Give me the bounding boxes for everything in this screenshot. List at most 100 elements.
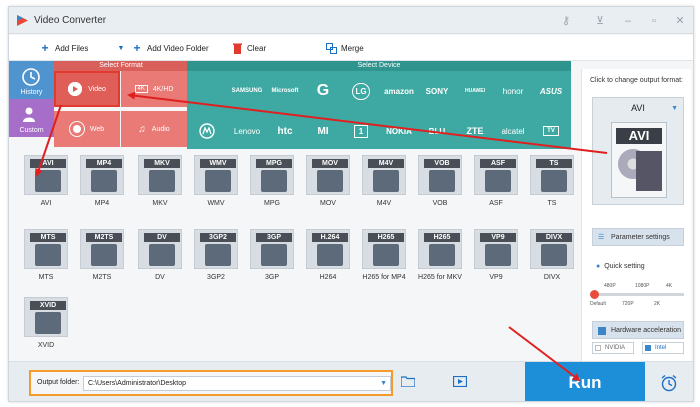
- device-tv[interactable]: TV: [531, 113, 571, 149]
- device-htc[interactable]: htc: [265, 113, 305, 149]
- merge-label: Merge: [341, 43, 364, 53]
- hardware-acceleration-button[interactable]: Hardware acceleration: [592, 321, 684, 339]
- plus-icon: +: [133, 41, 141, 55]
- 4k-hd-category[interactable]: 4K 4K/HD: [121, 71, 187, 107]
- alarm-clock-icon[interactable]: [660, 374, 678, 392]
- minimize-icon[interactable]: –: [621, 14, 635, 28]
- device-lenovo[interactable]: Lenovo: [227, 113, 267, 149]
- device-label: HUAWEI: [465, 88, 485, 94]
- cart-icon[interactable]: ⊻: [593, 14, 607, 28]
- device-microsoft[interactable]: Microsoft: [265, 73, 305, 109]
- slider-knob[interactable]: [590, 290, 599, 299]
- format-caption: XVID: [37, 342, 55, 349]
- format-tile-h265-for-mkv[interactable]: H265 H265 for MKV: [415, 227, 465, 288]
- device-label: Lenovo: [233, 126, 261, 136]
- add-files-button[interactable]: + Add Files: [39, 41, 88, 55]
- device-label: 1: [353, 124, 369, 138]
- format-tile-dv[interactable]: DV DV: [135, 227, 185, 288]
- add-video-folder-button[interactable]: ▼ + Add Video Folder: [115, 41, 209, 55]
- format-tile-wmv[interactable]: WMV WMV: [191, 153, 241, 214]
- history-button[interactable]: History: [9, 61, 54, 99]
- format-grid: AVI AVI MP4 MP4 MKV MKV WMV WMV MPG MPG MOV MOV M4V M…: [17, 153, 577, 363]
- format-tile-mpg[interactable]: MPG MPG: [247, 153, 297, 214]
- device-honor[interactable]: honor: [493, 73, 533, 109]
- device-blu[interactable]: BLU: [417, 113, 457, 149]
- folder-icon[interactable]: [401, 376, 415, 387]
- format-tile-vob[interactable]: VOB VOB: [415, 153, 465, 214]
- select-device-label: Select Device: [357, 62, 401, 69]
- device-xiaomi[interactable]: MI: [303, 113, 343, 149]
- format-badge: M2TS: [86, 233, 122, 242]
- format-tile-ts[interactable]: TS TS: [527, 153, 577, 214]
- format-tile-mp4[interactable]: MP4 MP4: [77, 153, 127, 214]
- format-badge: DV: [144, 233, 180, 242]
- format-tile-3gp2[interactable]: 3GP2 3GP2: [191, 227, 241, 288]
- toolbar: + Add Files ▼ + Add Video Folder Clear M…: [9, 35, 693, 61]
- quality-slider[interactable]: [590, 290, 684, 299]
- format-tile-mov[interactable]: MOV MOV: [303, 153, 353, 214]
- format-thumbnail: DV: [138, 229, 182, 269]
- format-tile-m4v[interactable]: M4V M4V: [359, 153, 409, 214]
- format-icon: [373, 170, 399, 192]
- format-icon: [35, 312, 61, 334]
- chevron-down-icon[interactable]: ▼: [380, 377, 387, 390]
- device-label: SONY: [425, 86, 449, 96]
- format-icon: [35, 244, 61, 266]
- device-lg[interactable]: LG: [341, 73, 381, 109]
- format-thumbnail: MPG: [250, 155, 294, 195]
- settings-icon: ☰: [598, 234, 605, 241]
- key-icon[interactable]: ⚷: [559, 14, 573, 28]
- format-tile-m2ts[interactable]: M2TS M2TS: [77, 227, 127, 288]
- device-alcatel[interactable]: alcatel: [493, 113, 533, 149]
- format-icon: [91, 170, 117, 192]
- device-apple[interactable]: [187, 73, 227, 109]
- maximize-icon[interactable]: ▫: [647, 14, 661, 28]
- tick-720p: 720P: [622, 301, 634, 307]
- device-amazon[interactable]: amazon: [379, 73, 419, 109]
- title-bar: Video Converter ⚷ ⊻ – ▫ ✕: [9, 7, 693, 34]
- device-sony[interactable]: SONY: [417, 73, 457, 109]
- clear-button[interactable]: Clear: [231, 41, 266, 55]
- web-category[interactable]: Web: [54, 111, 120, 147]
- output-format-hint: Click to change output format:: [590, 77, 683, 84]
- format-tile-xvid[interactable]: XVID XVID: [21, 295, 71, 356]
- device-huawei[interactable]: HUAWEI: [455, 73, 495, 109]
- video-category[interactable]: Video: [54, 71, 120, 107]
- device-motorola[interactable]: [187, 113, 227, 149]
- format-badge: 3GP: [256, 233, 292, 242]
- format-tile-vp9[interactable]: VP9 VP9: [471, 227, 521, 288]
- device-asus[interactable]: ASUS: [531, 73, 571, 109]
- output-folder-input[interactable]: C:\Users\Administrator\Desktop ▼: [83, 376, 391, 391]
- format-caption: TS: [547, 200, 557, 207]
- format-tile-mts[interactable]: MTS MTS: [21, 227, 71, 288]
- format-tile-asf[interactable]: ASF ASF: [471, 153, 521, 214]
- nvidia-option[interactable]: NVIDIA: [592, 342, 634, 354]
- audio-category[interactable]: ♫ Audio: [121, 111, 187, 147]
- device-label: ZTE: [466, 126, 484, 136]
- bottom-bar: Output folder: C:\Users\Administrator\De…: [9, 361, 693, 401]
- select-format-header: Select Format: [54, 61, 188, 71]
- device-oneplus[interactable]: 1: [341, 113, 381, 149]
- close-icon[interactable]: ✕: [673, 14, 687, 28]
- device-nokia[interactable]: NOKIA: [379, 113, 419, 149]
- format-tile-3gp[interactable]: 3GP 3GP: [247, 227, 297, 288]
- format-tile-h265-for-mp4[interactable]: H265 H265 for MP4: [359, 227, 409, 288]
- format-tile-h264[interactable]: H.264 H264: [303, 227, 353, 288]
- merge-button[interactable]: Merge: [325, 41, 364, 55]
- custom-button[interactable]: Custom: [9, 99, 54, 137]
- output-format-selector[interactable]: AVI ▼ AVI: [592, 97, 684, 205]
- format-tile-divx[interactable]: DIVX DIVX: [527, 227, 577, 288]
- 4k-hd-category-label: 4K/HD: [152, 85, 174, 93]
- device-zte[interactable]: ZTE: [455, 113, 495, 149]
- gear-icon: ●: [596, 263, 601, 270]
- open-output-icon[interactable]: [453, 376, 467, 387]
- parameter-settings-button[interactable]: ☰ Parameter settings: [592, 228, 684, 246]
- intel-option[interactable]: Intel: [642, 342, 684, 354]
- run-button[interactable]: Run: [525, 362, 645, 401]
- tick-4k: 4K: [666, 283, 673, 289]
- format-tile-mkv[interactable]: MKV MKV: [135, 153, 185, 214]
- format-tile-avi[interactable]: AVI AVI: [21, 153, 71, 214]
- device-samsung[interactable]: SAMSUNG: [227, 73, 267, 109]
- device-google[interactable]: G: [303, 73, 343, 109]
- output-folder-value: C:\Users\Administrator\Desktop: [88, 380, 187, 387]
